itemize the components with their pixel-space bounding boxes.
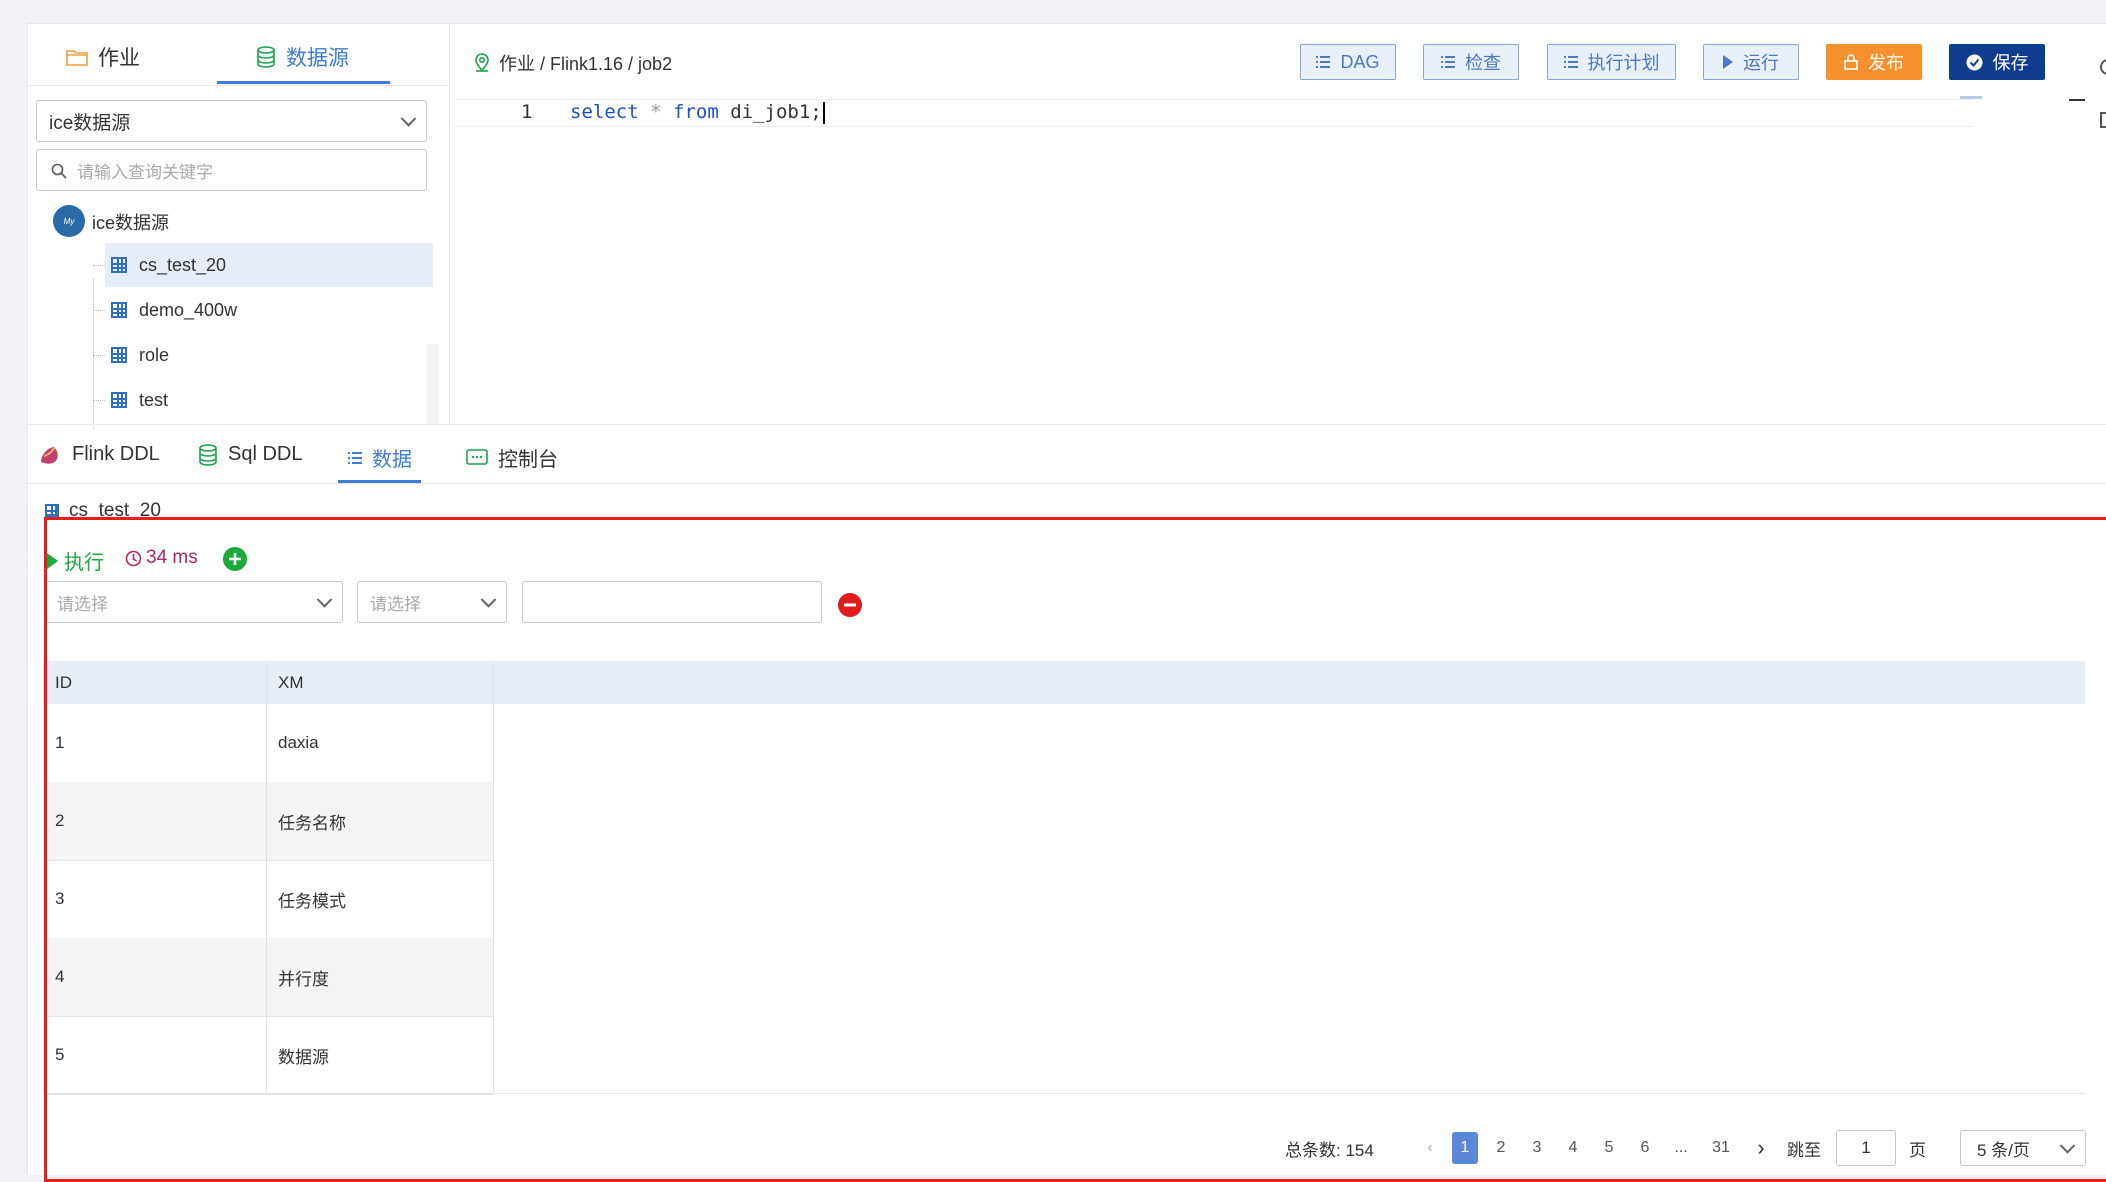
tree-connector bbox=[93, 265, 105, 266]
run-button-label: 运行 bbox=[1743, 53, 1779, 73]
tree-connector bbox=[93, 355, 105, 356]
execution-plan-button-label: 执行计划 bbox=[1587, 53, 1660, 73]
tree-root-label: ice数据源 bbox=[92, 213, 170, 233]
tab-sql-ddl-label: Sql DDL bbox=[228, 443, 303, 465]
code-line: select * from di_job1; bbox=[570, 101, 825, 124]
play-icon bbox=[1723, 55, 1733, 69]
tree-item-table[interactable]: role bbox=[105, 333, 433, 377]
chevron-down-icon bbox=[400, 111, 417, 127]
tree-connector bbox=[93, 279, 94, 429]
app-window: 作业 数据源 ice数据源 请输入查询关键字 My ice数据源 cs_test… bbox=[27, 23, 2106, 1182]
tab-flink-ddl[interactable]: Flink DDL bbox=[38, 443, 160, 466]
breadcrumb: 作业 / Flink1.16 / job2 bbox=[473, 50, 672, 76]
tab-console[interactable]: 控制台 bbox=[466, 443, 558, 472]
tree-root[interactable]: ice数据源 bbox=[92, 209, 169, 235]
save-button-label: 保存 bbox=[1992, 53, 2029, 73]
table-icon bbox=[111, 347, 127, 363]
tab-data[interactable]: 数据 bbox=[348, 443, 412, 472]
list-icon bbox=[1441, 56, 1455, 68]
mysql-icon-label: My bbox=[63, 216, 75, 226]
dag-button[interactable]: DAG bbox=[1300, 44, 1396, 80]
table-icon bbox=[111, 257, 127, 273]
console-icon bbox=[466, 448, 488, 465]
divider bbox=[28, 424, 2106, 425]
location-icon bbox=[475, 53, 489, 72]
mysql-icon: My bbox=[53, 205, 85, 237]
tree-item-table[interactable]: test bbox=[105, 378, 433, 422]
check-circle-icon bbox=[1966, 54, 1982, 70]
search-placeholder: 请输入查询关键字 bbox=[77, 162, 213, 182]
tree-item-label: test bbox=[139, 389, 169, 410]
folder-icon bbox=[66, 50, 88, 66]
text-cursor bbox=[822, 101, 825, 124]
tree-item-table[interactable]: cs_test_20 bbox=[105, 243, 433, 287]
tree-connector bbox=[93, 310, 105, 311]
code-keyword: from bbox=[673, 101, 719, 123]
dag-button-label: DAG bbox=[1340, 51, 1380, 72]
execution-plan-button[interactable]: 执行计划 bbox=[1547, 44, 1676, 80]
tree-item-label: cs_test_20 bbox=[139, 254, 227, 275]
save-button[interactable]: 保存 bbox=[1949, 44, 2045, 80]
tree-connector bbox=[93, 400, 105, 401]
check-button[interactable]: 检查 bbox=[1423, 44, 1519, 80]
code-keyword: select bbox=[570, 101, 639, 123]
flink-icon bbox=[41, 446, 58, 464]
publish-button[interactable]: 发布 bbox=[1826, 44, 1922, 80]
breadcrumb-text: 作业 / Flink1.16 / job2 bbox=[499, 54, 673, 74]
tree-item-label: role bbox=[139, 344, 170, 365]
tree-item-label: demo_400w bbox=[139, 299, 238, 320]
database-icon bbox=[257, 46, 275, 68]
publish-button-label: 发布 bbox=[1868, 53, 1904, 73]
tab-sql-ddl[interactable]: Sql DDL bbox=[198, 443, 302, 466]
lock-icon bbox=[1844, 54, 1858, 70]
datasource-select-value: ice数据源 bbox=[49, 112, 131, 134]
tree-scrollbar[interactable] bbox=[427, 344, 439, 424]
tab-active-indicator bbox=[217, 81, 390, 84]
tab-console-label: 控制台 bbox=[498, 449, 558, 471]
code-editor[interactable]: 1 select * from di_job1; bbox=[453, 99, 1973, 127]
run-button[interactable]: 运行 bbox=[1703, 44, 1799, 80]
list-icon bbox=[348, 451, 362, 464]
line-number: 1 bbox=[521, 101, 533, 123]
code-identifier: di_job1; bbox=[730, 101, 822, 123]
divider bbox=[28, 85, 449, 86]
copy-icon[interactable] bbox=[2100, 112, 2106, 128]
tab-flink-ddl-label: Flink DDL bbox=[72, 443, 160, 465]
tab-datasource[interactable]: 数据源 bbox=[256, 42, 349, 72]
code-operator: * bbox=[650, 101, 662, 123]
search-icon bbox=[51, 163, 67, 179]
divider bbox=[28, 483, 2106, 484]
tab-datasource-label: 数据源 bbox=[286, 47, 349, 70]
list-icon bbox=[1563, 56, 1578, 68]
tab-data-label: 数据 bbox=[372, 449, 412, 471]
minimize-icon[interactable] bbox=[2069, 99, 2085, 101]
tree-item-table[interactable]: demo_400w bbox=[105, 288, 433, 332]
table-icon bbox=[111, 302, 127, 318]
search-input[interactable]: 请输入查询关键字 bbox=[36, 149, 427, 191]
list-icon bbox=[1316, 56, 1331, 68]
table-icon bbox=[45, 504, 59, 518]
datasource-select[interactable]: ice数据源 bbox=[36, 100, 427, 142]
tab-jobs-label: 作业 bbox=[98, 47, 140, 70]
check-button-label: 检查 bbox=[1465, 53, 1501, 73]
tab-jobs[interactable]: 作业 bbox=[66, 42, 140, 72]
database-icon bbox=[199, 443, 217, 466]
table-icon bbox=[111, 392, 127, 408]
left-panel: 作业 数据源 ice数据源 请输入查询关键字 My ice数据源 cs_test… bbox=[28, 24, 450, 429]
settings-icon[interactable] bbox=[2100, 59, 2106, 75]
highlight-frame bbox=[44, 517, 2106, 1182]
